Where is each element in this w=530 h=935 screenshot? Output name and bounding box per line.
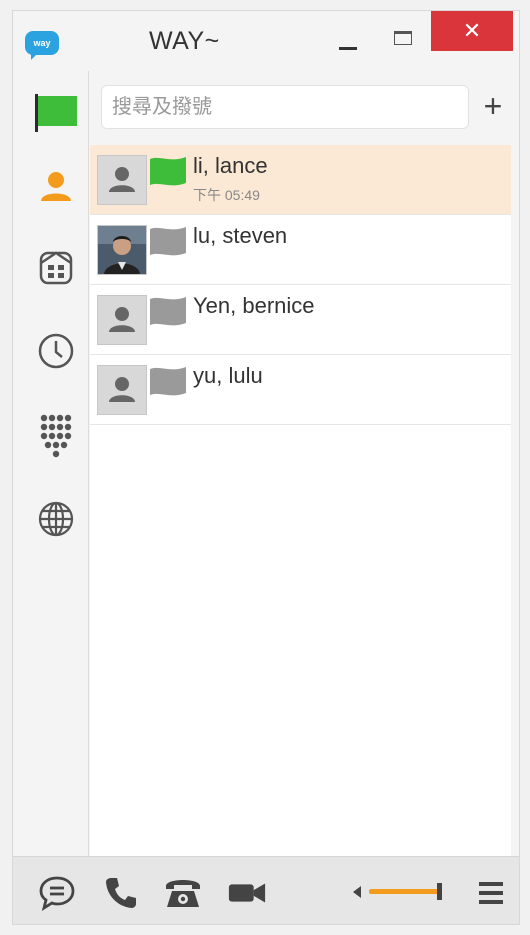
volume-level-fill [369, 889, 441, 894]
contact-row[interactable]: yu, lulu [90, 355, 511, 425]
desk-phone-icon [166, 880, 200, 907]
menu-icon [479, 882, 503, 904]
default-avatar-icon [109, 167, 135, 192]
offline-flag-icon [150, 297, 186, 326]
avatar [97, 295, 147, 345]
phone-icon [106, 878, 136, 908]
video-button[interactable] [227, 873, 267, 913]
minimize-button[interactable] [331, 25, 365, 59]
contact-name: yu, lulu [193, 363, 263, 388]
flag-icon [35, 94, 77, 132]
app-logo-icon: way [25, 31, 59, 60]
maximize-button[interactable] [387, 23, 421, 57]
contact-name: Yen, bernice [193, 293, 315, 318]
add-contact-button[interactable]: + [478, 89, 508, 125]
avatar [97, 155, 147, 205]
avatar [97, 365, 147, 415]
close-button[interactable]: ✕ [431, 11, 513, 51]
search-bar: + [90, 71, 511, 145]
default-avatar-icon [109, 307, 135, 332]
contact-row[interactable]: li, lance 下午 05:49 [90, 145, 511, 215]
volume-icon [353, 883, 442, 900]
call-button[interactable] [101, 873, 141, 913]
bottom-toolbar [13, 856, 519, 924]
contact-row[interactable]: Yen, bernice [90, 285, 511, 355]
contacts-icon [41, 172, 71, 201]
avatar [97, 225, 147, 275]
building-icon [39, 251, 73, 285]
volume-slider[interactable] [353, 877, 445, 907]
sidebar-item-company[interactable] [23, 237, 89, 297]
chat-button[interactable] [37, 873, 77, 913]
dialpad-icon [40, 414, 72, 458]
search-input[interactable] [101, 85, 469, 129]
title-bar[interactable]: way WAY~ ✕ [13, 11, 519, 71]
sidebar-item-dialpad[interactable] [23, 405, 89, 465]
contacts-panel: + li, lance 下午 05:49 [90, 71, 511, 856]
profile-photo [98, 226, 146, 274]
online-flag-icon [150, 157, 186, 186]
volume-handle[interactable] [437, 883, 442, 900]
window-title: WAY~ [149, 27, 220, 55]
offline-flag-icon [150, 227, 186, 256]
offline-flag-icon [150, 367, 186, 396]
app-window: way WAY~ ✕ 搜尋及撥號 + li, lance 下午 05:49 lu… [12, 10, 520, 925]
menu-button[interactable] [471, 873, 511, 913]
video-icon [228, 883, 266, 903]
sidebar-item-history[interactable] [23, 321, 89, 381]
contact-time: 下午 05:49 [193, 187, 260, 203]
contact-name: lu, steven [193, 223, 288, 248]
contact-row[interactable]: lu, steven [90, 215, 511, 285]
sidebar-item-contacts[interactable] [23, 157, 89, 217]
contact-name: li, lance [193, 153, 268, 178]
default-avatar-icon [109, 377, 135, 402]
globe-icon [38, 501, 74, 537]
clock-icon [38, 333, 74, 369]
sidebar-item-status[interactable] [23, 83, 89, 143]
contact-list: li, lance 下午 05:49 lu, steven Yen, berni… [90, 145, 511, 425]
sidebar [23, 71, 89, 856]
chat-icon [39, 876, 75, 911]
desk-phone-button[interactable] [163, 873, 203, 913]
sidebar-item-web[interactable] [23, 489, 89, 549]
